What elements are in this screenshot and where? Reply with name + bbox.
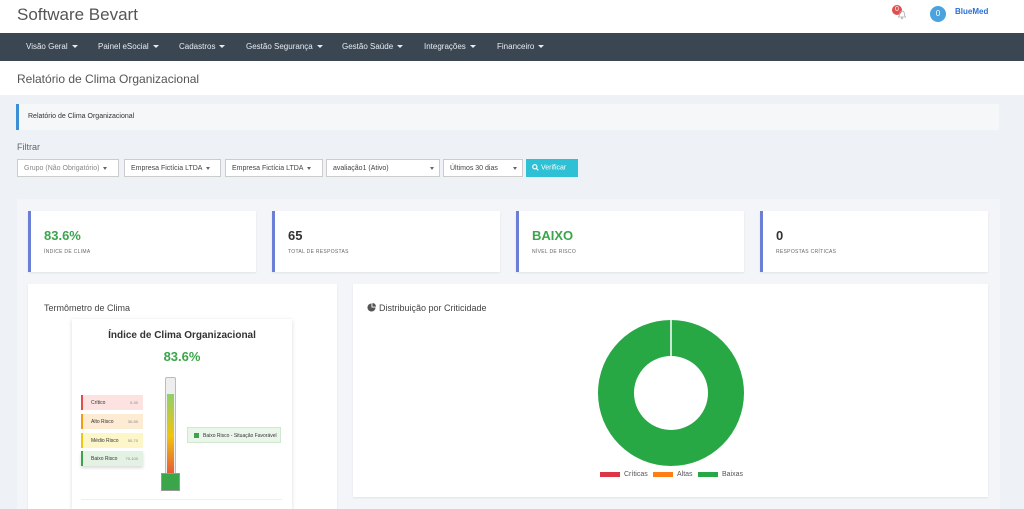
period-select[interactable]: Últimos 30 dias bbox=[443, 159, 523, 177]
kpi-label: Índice de Clima bbox=[44, 249, 91, 255]
caret-down-icon bbox=[469, 45, 476, 49]
caret-down-icon bbox=[430, 167, 434, 170]
notifications-button[interactable]: 0 bbox=[892, 5, 910, 23]
group-select[interactable]: Grupo (Não Obrigatório) bbox=[17, 159, 119, 177]
nav-cadastros[interactable]: Cadastros bbox=[179, 42, 226, 51]
legend-baixas[interactable]: Baixas bbox=[698, 471, 743, 478]
company-select-1[interactable]: Empresa Fictícia LTDA bbox=[124, 159, 221, 177]
nav-painel-esocial[interactable]: Painel eSocial bbox=[98, 42, 159, 51]
kpi-value: 83.6% bbox=[44, 228, 81, 243]
company-select-2[interactable]: Empresa Fictícia LTDA bbox=[225, 159, 323, 177]
nav-gestao-saude[interactable]: Gestão Saúde bbox=[342, 42, 404, 51]
search-icon bbox=[532, 164, 539, 171]
caret-down-icon bbox=[316, 45, 323, 49]
status-swatch bbox=[194, 433, 199, 439]
thermometer-panel-title: Termômetro de Clima bbox=[44, 303, 131, 313]
user-avatar[interactable]: 0 bbox=[930, 6, 946, 22]
bell-icon bbox=[897, 10, 907, 20]
kpi-risk-level: BAIXO Nível de Risco bbox=[516, 211, 744, 272]
nav-integracoes[interactable]: Integrações bbox=[424, 42, 476, 51]
page-header: Relatório de Clima Organizacional bbox=[0, 61, 1024, 95]
caret-down-icon bbox=[71, 45, 78, 49]
caret-down-icon bbox=[513, 167, 517, 170]
kpi-total-responses: 65 Total de Respostas bbox=[272, 211, 500, 272]
breadcrumb-current: Relatório de Clima Organizacional bbox=[28, 113, 135, 120]
filter-label: Filtrar bbox=[17, 142, 40, 152]
thermometer-value: 83.6% bbox=[163, 349, 201, 364]
caret-down-icon bbox=[103, 166, 108, 170]
pie-chart-icon bbox=[367, 303, 376, 312]
criticality-donut-chart bbox=[598, 319, 744, 467]
thermometer-card: Índice de Clima Organizacional 83.6% Crí… bbox=[72, 319, 292, 509]
caret-down-icon bbox=[152, 45, 159, 49]
level-high-risk: Alto Risco 30-50 bbox=[81, 414, 143, 429]
risk-status-badge: Baixo Risco - Situação Favorável bbox=[187, 427, 281, 443]
kpi-value: BAIXO bbox=[532, 228, 574, 243]
brand-logo: BlueMed bbox=[955, 7, 989, 16]
kpi-critical-responses: 0 Respostas Críticas bbox=[760, 211, 988, 272]
level-critical: Crítico 0-30 bbox=[81, 395, 143, 410]
thermometer-bulb bbox=[161, 473, 180, 491]
kpi-climate-index: 83.6% Índice de Clima bbox=[28, 211, 256, 272]
breadcrumb: Relatório de Clima Organizacional bbox=[16, 104, 999, 130]
kpi-label: Nível de Risco bbox=[532, 249, 577, 255]
level-low-risk: Baixo Risco 70-100 bbox=[81, 451, 143, 466]
kpi-value: 65 bbox=[288, 228, 303, 243]
nav-visao-geral[interactable]: Visão Geral bbox=[26, 42, 78, 51]
kpi-label: Total de Respostas bbox=[288, 249, 349, 255]
kpi-value: 0 bbox=[776, 228, 784, 243]
thermometer-tube bbox=[165, 377, 176, 480]
thermometer-fill bbox=[167, 394, 174, 478]
caret-down-icon bbox=[206, 166, 211, 170]
verify-button[interactable]: Verificar bbox=[526, 159, 578, 177]
caret-down-icon bbox=[538, 45, 545, 49]
donut-panel-title: Distribuição por Criticidade bbox=[379, 303, 487, 313]
legend-swatch bbox=[698, 471, 718, 477]
legend-swatch bbox=[600, 471, 620, 477]
divider bbox=[81, 499, 282, 500]
nav-gestao-seguranca[interactable]: Gestão Segurança bbox=[246, 42, 323, 51]
legend-criticas[interactable]: Críticas bbox=[600, 471, 648, 478]
level-medium-risk: Médio Risco 50-70 bbox=[81, 433, 143, 448]
thermometer-card-title: Índice de Clima Organizacional bbox=[108, 330, 256, 341]
nav-financeiro[interactable]: Financeiro bbox=[497, 42, 545, 51]
top-bar: Software Bevart 0 0 BlueMed bbox=[0, 0, 1024, 33]
caret-down-icon bbox=[397, 45, 404, 49]
caret-down-icon bbox=[219, 45, 226, 49]
evaluation-select[interactable]: avaliação1 (Ativo) bbox=[326, 159, 440, 177]
legend-altas[interactable]: Altas bbox=[653, 471, 693, 478]
main-navbar: Visão Geral Painel eSocial Cadastros Ges… bbox=[0, 33, 1024, 61]
legend-swatch bbox=[653, 471, 673, 477]
page-title: Relatório de Clima Organizacional bbox=[17, 72, 200, 86]
caret-down-icon bbox=[307, 166, 312, 170]
app-title: Software Bevart bbox=[17, 5, 138, 24]
kpi-label: Respostas Críticas bbox=[776, 249, 837, 255]
